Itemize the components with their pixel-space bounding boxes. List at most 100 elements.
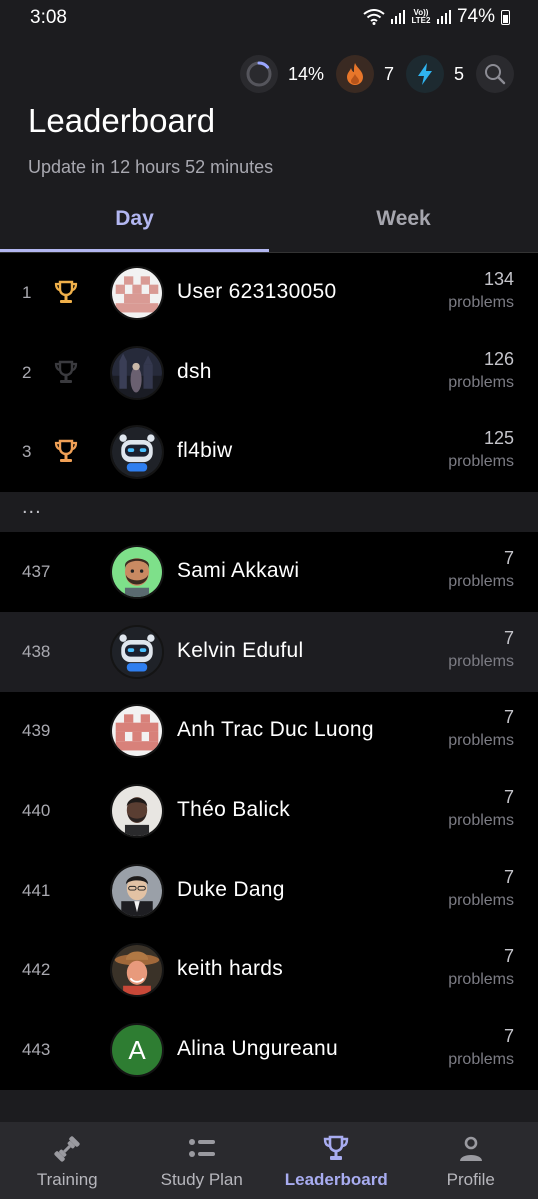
robot-avatar <box>112 427 162 477</box>
pattern-avatar <box>112 268 162 318</box>
score: 7 problems <box>448 705 514 753</box>
leaderboard-row-441[interactable]: 441 Duke Dang 7 problems <box>0 851 538 931</box>
nav-label: Training <box>36 1170 98 1189</box>
leaderboard-row-443[interactable]: 443 A Alina Ungureanu 7 problems <box>0 1010 538 1090</box>
rank-number: 443 <box>22 1040 51 1059</box>
robot-avatar <box>112 627 162 677</box>
username: Kelvin Eduful <box>177 639 304 662</box>
progress-button[interactable] <box>239 55 278 93</box>
rank-number: 441 <box>22 881 51 900</box>
nav-profile[interactable]: Profile <box>404 1122 538 1199</box>
leaderboard-row-3[interactable]: 3 fl4biw 125 problems <box>0 412 538 492</box>
status-time: 3:08 <box>30 7 67 28</box>
bronze-trophy-icon <box>54 439 78 462</box>
leaderboard-row-438-current-user[interactable]: 438 Kelvin Eduful 7 problems <box>0 612 538 692</box>
leaderboard-row-442[interactable]: 442 keith hards 7 problems <box>0 930 538 1010</box>
wifi-icon <box>363 9 385 25</box>
status-icons: Vo)) LTE2 74% <box>363 6 510 28</box>
avatar <box>110 425 164 479</box>
nav-label: Study Plan <box>160 1170 243 1189</box>
leaderboard-row-440[interactable]: 440 Théo Balick 7 problems <box>0 771 538 851</box>
avatar <box>110 346 164 400</box>
volte-label: Vo)) LTE2 <box>411 8 431 25</box>
nav-label: Leaderboard <box>284 1170 388 1189</box>
score-unit: problems <box>448 732 514 749</box>
avatar <box>110 545 164 599</box>
rank-number: 440 <box>22 801 51 820</box>
progress-percent: 14% <box>287 63 324 84</box>
nav-study-plan[interactable]: Study Plan <box>135 1122 270 1199</box>
trophy-icon <box>324 1135 349 1160</box>
castle-photo-avatar <box>112 348 162 398</box>
username: Duke Dang <box>177 878 285 901</box>
person-icon <box>459 1136 482 1161</box>
score-value: 7 <box>503 628 514 648</box>
leaderboard-row-437[interactable]: 437 Sami Akkawi 7 problems <box>0 532 538 612</box>
leaderboard-row-1[interactable]: 1 User 623130050 134 problems <box>0 253 538 333</box>
username: Théo Balick <box>177 798 291 821</box>
score-unit: problems <box>448 573 514 590</box>
username: Alina Ungureanu <box>177 1037 338 1060</box>
score-unit: problems <box>448 294 514 311</box>
avatar <box>110 943 164 997</box>
score-value: 7 <box>503 548 514 568</box>
dumbbell-icon <box>54 1136 80 1162</box>
score-value: 7 <box>503 1026 514 1046</box>
ellipsis: ... <box>22 496 42 518</box>
avatar <box>110 625 164 679</box>
score: 7 problems <box>448 1024 514 1072</box>
list-footer-spacer <box>0 1090 538 1122</box>
avatar <box>110 784 164 838</box>
score-unit: problems <box>448 653 514 670</box>
list-icon <box>188 1139 215 1157</box>
rank-number: 2 <box>22 363 32 382</box>
streak-button[interactable] <box>335 55 374 93</box>
score: 125 problems <box>448 426 514 474</box>
flame-icon <box>346 63 363 85</box>
avatar: A <box>110 1023 164 1077</box>
photo-avatar <box>112 786 162 836</box>
progress-ring-icon <box>246 61 272 87</box>
stats-bar: 14% 7 5 <box>239 55 514 93</box>
nav-training[interactable]: Training <box>0 1122 135 1199</box>
lightning-icon <box>417 63 432 85</box>
rank-gap-separator: ... <box>0 492 538 532</box>
username: Anh Trac Duc Luong <box>177 718 374 741</box>
score: 7 problems <box>448 944 514 992</box>
tab-week[interactable]: Week <box>269 196 538 252</box>
search-button[interactable] <box>476 55 514 93</box>
score-value: 134 <box>483 269 514 289</box>
gold-trophy-icon <box>54 280 78 303</box>
leaderboard-row-439[interactable]: 439 Anh Trac Duc Luong 7 problems <box>0 691 538 771</box>
update-countdown: Update in 12 hours 52 minutes <box>28 157 274 177</box>
score-value: 7 <box>503 707 514 727</box>
page-title: Leaderboard <box>28 102 216 139</box>
avatar-letter: A <box>128 1034 146 1065</box>
username: dsh <box>177 360 212 383</box>
silver-trophy-icon <box>54 360 78 383</box>
score-unit: problems <box>448 1051 514 1068</box>
score: 7 problems <box>448 626 514 674</box>
rank-number: 438 <box>22 642 51 661</box>
score-unit: problems <box>448 453 514 470</box>
score-unit: problems <box>448 971 514 988</box>
pattern-avatar <box>112 706 162 756</box>
rank-number: 439 <box>22 721 51 740</box>
score-value: 7 <box>503 787 514 807</box>
rank-number: 1 <box>22 283 32 302</box>
memoji-avatar <box>112 547 162 597</box>
score-unit: problems <box>448 374 514 391</box>
rank-number: 442 <box>22 960 51 979</box>
photo-avatar <box>112 866 162 916</box>
leaderboard-row-2[interactable]: 2 dsh 126 problems <box>0 333 538 413</box>
score-value: 125 <box>483 428 514 448</box>
username: fl4biw <box>177 439 233 462</box>
tab-day[interactable]: Day <box>0 196 269 252</box>
score-unit: problems <box>448 812 514 829</box>
nav-leaderboard[interactable]: Leaderboard <box>269 1122 404 1199</box>
bottom-navigation: Training Study Plan Leaderboard Profile <box>0 1122 538 1199</box>
avatar <box>110 704 164 758</box>
energy-button[interactable] <box>405 55 444 93</box>
username: Sami Akkawi <box>177 559 300 582</box>
battery-icon <box>501 9 510 25</box>
